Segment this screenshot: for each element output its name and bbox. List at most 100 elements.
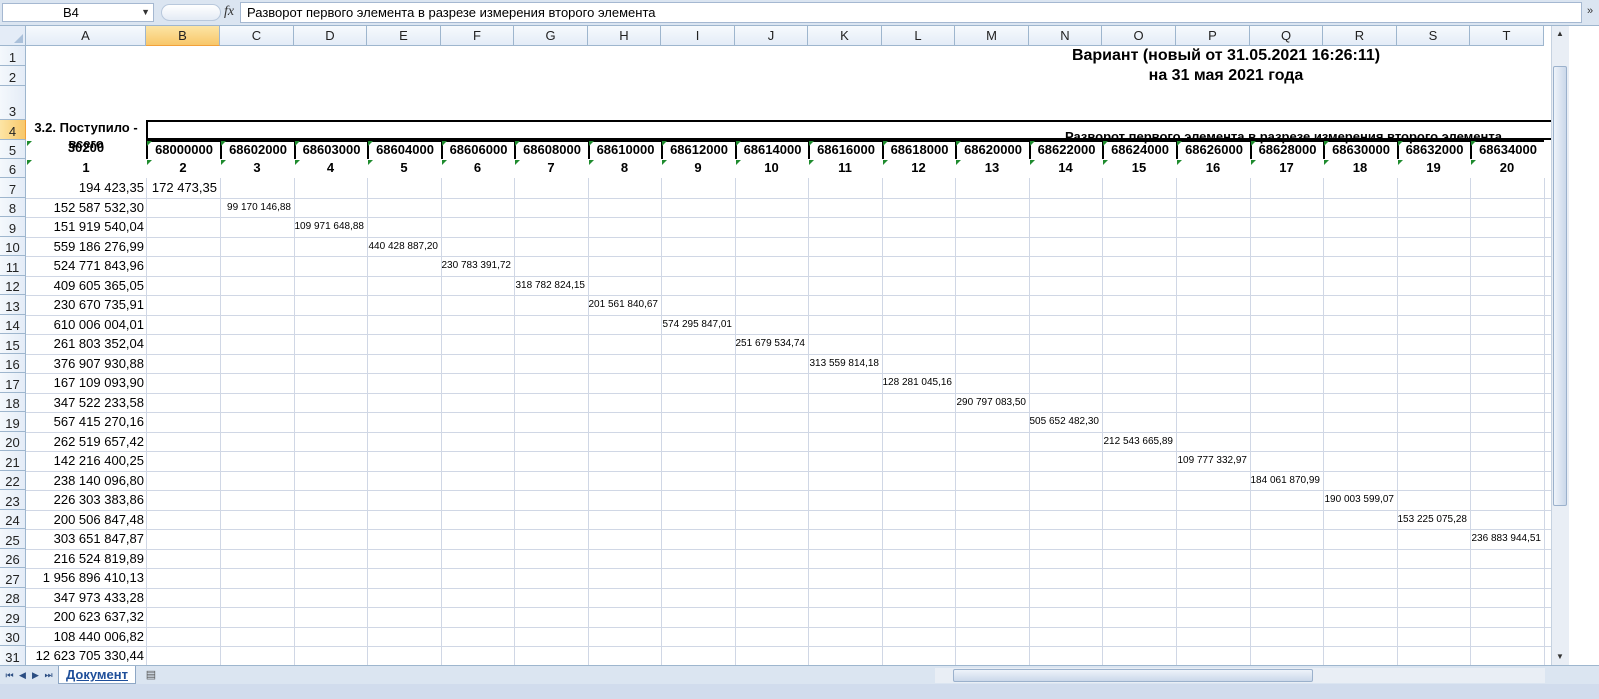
code-cell[interactable]: 68614000 — [735, 140, 808, 159]
column-header-s[interactable]: S — [1397, 26, 1470, 46]
prev-sheet-icon[interactable]: ◀ — [17, 667, 28, 683]
next-sheet-icon[interactable]: ▶ — [30, 667, 41, 683]
row-header-11[interactable]: 11 — [0, 256, 26, 276]
column-header-f[interactable]: F — [441, 26, 514, 46]
code-cell[interactable]: 68610000 — [588, 140, 661, 159]
column-header-l[interactable]: L — [882, 26, 955, 46]
cell-a[interactable]: 409 605 365,05 — [27, 276, 144, 295]
code-cell[interactable]: 68630000 — [1323, 140, 1397, 159]
row-header-13[interactable]: 13 — [0, 295, 26, 315]
cell-diagonal[interactable]: 172 473,35 — [146, 178, 217, 197]
cell-a[interactable]: 347 522 233,58 — [27, 393, 144, 412]
code-cell[interactable]: 68000000 — [146, 140, 220, 159]
vertical-scrollbar[interactable]: ▲ ▼ — [1551, 26, 1569, 665]
code-cell[interactable]: 68612000 — [661, 140, 735, 159]
code-cell[interactable]: 68608000 — [514, 140, 588, 159]
cell-a[interactable]: 200 506 847,48 — [27, 510, 144, 529]
row-header-15[interactable]: 15 — [0, 334, 26, 354]
row-header-10[interactable]: 10 — [0, 237, 26, 256]
code-cell[interactable]: 68618000 — [882, 140, 955, 159]
code-cell[interactable]: 68604000 — [367, 140, 441, 159]
cell-a[interactable]: 108 440 006,82 — [27, 627, 144, 646]
column-header-r[interactable]: R — [1323, 26, 1397, 46]
cell-a[interactable]: 376 907 930,88 — [27, 354, 144, 373]
cell-diagonal[interactable]: 318 782 824,15 — [514, 276, 585, 295]
column-header-p[interactable]: P — [1176, 26, 1250, 46]
row-header-12[interactable]: 12 — [0, 276, 26, 295]
row-header-16[interactable]: 16 — [0, 354, 26, 373]
cell-a[interactable]: 194 423,35 — [27, 178, 144, 197]
row-header-6[interactable]: 6 — [0, 159, 26, 178]
code-cell[interactable]: 68628000 — [1250, 140, 1323, 159]
row-header-5[interactable]: 5 — [0, 140, 26, 159]
sheet-tab-document[interactable]: Документ — [58, 666, 136, 684]
cell-a[interactable]: 151 919 540,04 — [27, 217, 144, 236]
expand-formula-bar-icon[interactable]: » — [1584, 2, 1596, 23]
row-header-26[interactable]: 26 — [0, 549, 26, 568]
cell-a[interactable]: 230 670 735,91 — [27, 295, 144, 314]
cell-diagonal[interactable]: 574 295 847,01 — [661, 315, 732, 334]
last-sheet-icon[interactable]: ⏭ — [43, 667, 54, 683]
row-header-1[interactable]: 1 — [0, 46, 26, 66]
row-header-20[interactable]: 20 — [0, 432, 26, 451]
column-header-j[interactable]: J — [735, 26, 808, 46]
horizontal-scroll-thumb[interactable] — [953, 669, 1313, 682]
chevron-down-icon[interactable]: ▼ — [141, 4, 150, 21]
row-header-21[interactable]: 21 — [0, 451, 26, 471]
cell-diagonal[interactable]: 190 003 599,07 — [1323, 490, 1394, 509]
row-header-25[interactable]: 25 — [0, 529, 26, 549]
select-all-corner[interactable] — [0, 26, 26, 46]
first-sheet-icon[interactable]: ⏮ — [4, 667, 15, 683]
cell-diagonal[interactable]: 290 797 083,50 — [955, 393, 1026, 412]
cell-a[interactable]: 559 186 276,99 — [27, 237, 144, 256]
column-header-o[interactable]: O — [1102, 26, 1176, 46]
cell-diagonal[interactable]: 109 971 648,88 — [294, 217, 364, 236]
column-header-n[interactable]: N — [1029, 26, 1102, 46]
code-cell[interactable]: 30200 — [26, 140, 146, 159]
cell-diagonal[interactable]: 505 652 482,30 — [1029, 412, 1099, 431]
row-header-30[interactable]: 30 — [0, 627, 26, 646]
row-header-24[interactable]: 24 — [0, 510, 26, 529]
row-header-7[interactable]: 7 — [0, 178, 26, 198]
cell-diagonal[interactable]: 440 428 887,20 — [367, 237, 438, 256]
code-cell[interactable]: 68632000 — [1397, 140, 1470, 159]
cell-a[interactable]: 524 771 843,96 — [27, 256, 144, 275]
cell-diagonal[interactable]: 109 777 332,97 — [1176, 451, 1247, 470]
code-cell[interactable]: 68622000 — [1029, 140, 1102, 159]
code-cell[interactable]: 68620000 — [955, 140, 1029, 159]
cell-a[interactable]: 347 973 433,28 — [27, 588, 144, 607]
column-header-a[interactable]: A — [26, 26, 146, 46]
cell-a[interactable]: 303 651 847,87 — [27, 529, 144, 548]
insert-function-icon[interactable]: fx — [224, 3, 240, 22]
formula-bar-resize-handle[interactable] — [161, 4, 221, 21]
cell-a[interactable]: 142 216 400,25 — [27, 451, 144, 470]
cell-a[interactable]: 226 303 383,86 — [27, 490, 144, 509]
spreadsheet-grid[interactable]: A B C D E F G H I J K L M N O P Q R S T 1 2 3 4 5 6 7 8 9 10 11 12 13 14 1… — [0, 26, 1551, 665]
row-header-8[interactable]: 8 — [0, 198, 26, 217]
cell-diagonal[interactable]: 128 281 045,16 — [882, 373, 952, 392]
row-header-3[interactable]: 3 — [0, 86, 26, 120]
column-header-k[interactable]: K — [808, 26, 882, 46]
code-cell[interactable]: 68606000 — [441, 140, 514, 159]
column-header-b[interactable]: B — [146, 26, 220, 46]
horizontal-scrollbar[interactable] — [935, 668, 1545, 683]
row-header-2[interactable]: 2 — [0, 66, 26, 86]
cell-a[interactable]: 12 623 705 330,44 — [27, 646, 144, 665]
cell-diagonal[interactable]: 99 170 146,88 — [220, 198, 291, 217]
formula-input[interactable]: Разворот первого элемента в разрезе изме… — [240, 2, 1582, 23]
column-header-d[interactable]: D — [294, 26, 367, 46]
cell-diagonal[interactable]: 230 783 391,72 — [441, 256, 511, 275]
row-header-4[interactable]: 4 — [0, 120, 26, 140]
vertical-scroll-thumb[interactable] — [1553, 66, 1567, 506]
cell-a[interactable]: 200 623 637,32 — [27, 607, 144, 626]
column-header-e[interactable]: E — [367, 26, 441, 46]
cell-a[interactable]: 238 140 096,80 — [27, 471, 144, 490]
scroll-up-icon[interactable]: ▲ — [1553, 27, 1567, 41]
column-header-i[interactable]: I — [661, 26, 735, 46]
cell-a[interactable]: 262 519 657,42 — [27, 432, 144, 451]
row-header-31[interactable]: 31 — [0, 646, 26, 665]
scroll-down-icon[interactable]: ▼ — [1553, 650, 1567, 664]
column-header-t[interactable]: T — [1470, 26, 1544, 46]
cell-diagonal[interactable]: 313 559 814,18 — [808, 354, 879, 373]
cell-diagonal[interactable]: 201 561 840,67 — [588, 295, 658, 314]
